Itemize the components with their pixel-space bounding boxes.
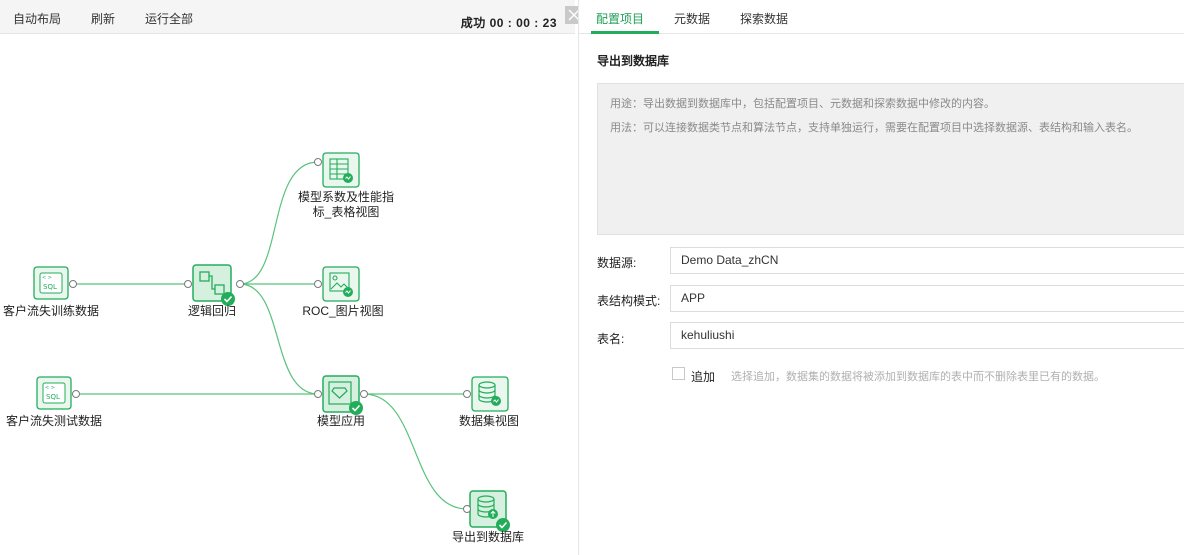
- canvas-toolbar: 自动布局 刷新 运行全部 成功 00 : 00 : 23: [0, 0, 575, 34]
- svg-text:< >: < >: [42, 275, 52, 281]
- edge-logistic-apply: [239, 283, 319, 395]
- app-window: 自动布局 刷新 运行全部 成功 00 : 00 : 23 < > SQL 客户流…: [0, 0, 1184, 555]
- usage-text: 用途：导出数据到数据库中，包括配置项目、元数据和探索数据中修改的内容。: [610, 98, 995, 110]
- datasource-label: 数据源:: [597, 256, 637, 270]
- edge-apply-export: [363, 393, 468, 510]
- sql-icon: < > SQL: [39, 272, 63, 294]
- node-label-dataset-view: 数据集视图: [459, 413, 519, 428]
- node-label-coef-line1: 模型系数及性能指: [298, 189, 394, 204]
- node-label-logistic: 逻辑回归: [188, 304, 236, 318]
- node-model-apply[interactable]: 模型应用: [314, 375, 368, 428]
- active-tab-indicator: [591, 31, 659, 34]
- node-label-coef-line2: 标_表格视图: [313, 204, 380, 219]
- tab-metadata[interactable]: 元数据: [674, 10, 710, 27]
- node-export-database[interactable]: 导出到数据库: [452, 490, 524, 544]
- node-label-test-data: 客户流失测试数据: [6, 413, 102, 428]
- sql-icon: < > SQL: [42, 382, 66, 404]
- node-label-roc: ROC_图片视图: [302, 303, 383, 318]
- method-text: 用法：可以连接数据类节点和算法节点，支持单独运行，需要在配置项目中选择数据源、表…: [610, 122, 1138, 134]
- refresh-button[interactable]: 刷新: [91, 10, 115, 27]
- auto-layout-button[interactable]: 自动布局: [13, 10, 61, 27]
- append-label[interactable]: 追加: [691, 368, 715, 385]
- append-hint: 选择追加，数据集的数据将被添加到数据库的表中而不删除表里已有的数据。: [731, 371, 1105, 383]
- node-dataset-view[interactable]: 数据集视图: [459, 376, 519, 428]
- run-status-timer: 成功 00 : 00 : 23: [460, 16, 557, 30]
- datasource-select[interactable]: Demo Data_zhCN: [670, 247, 1184, 274]
- panel-tabs: 配置项目 元数据 探索数据: [579, 0, 1184, 34]
- schema-label: 表结构模式:: [597, 294, 661, 308]
- node-roc-image-view[interactable]: ROC_图片视图: [302, 266, 384, 318]
- node-label-export-db: 导出到数据库: [452, 529, 524, 544]
- svg-text:< >: < >: [45, 385, 55, 391]
- schema-select[interactable]: APP: [670, 285, 1184, 312]
- append-checkbox[interactable]: [672, 367, 685, 380]
- flow-diagram[interactable]: < > SQL 客户流失训练数据 < > SQL 客户流失测试数据 逻辑回归 模…: [0, 34, 575, 555]
- svg-text:SQL: SQL: [43, 283, 57, 291]
- section-title: 导出到数据库: [597, 54, 670, 68]
- table-name-label: 表名:: [597, 332, 625, 346]
- node-logistic-regression[interactable]: 逻辑回归: [184, 264, 244, 318]
- svg-text:SQL: SQL: [46, 393, 60, 401]
- node-label-train-data: 客户流失训练数据: [3, 303, 99, 318]
- tab-config[interactable]: 配置项目: [596, 10, 644, 27]
- edge-logistic-coef: [239, 161, 319, 285]
- node-test-data[interactable]: < > SQL 客户流失测试数据: [6, 376, 102, 428]
- success-check-icon: [349, 401, 363, 415]
- properties-panel: 配置项目 元数据 探索数据 导出到数据库 用途：导出数据到数据库中，包括配置项目…: [578, 0, 1184, 555]
- node-train-data[interactable]: < > SQL 客户流失训练数据: [3, 266, 99, 318]
- table-name-input[interactable]: kehuliushi: [670, 322, 1184, 349]
- description-box: 用途：导出数据到数据库中，包括配置项目、元数据和探索数据中修改的内容。 用法：可…: [597, 83, 1184, 235]
- flow-canvas-area: 自动布局 刷新 运行全部 成功 00 : 00 : 23 < > SQL 客户流…: [0, 0, 575, 555]
- tab-explore[interactable]: 探索数据: [740, 10, 788, 27]
- node-label-model-apply: 模型应用: [317, 413, 365, 428]
- run-all-button[interactable]: 运行全部: [145, 10, 193, 27]
- flow-edges: [73, 161, 468, 510]
